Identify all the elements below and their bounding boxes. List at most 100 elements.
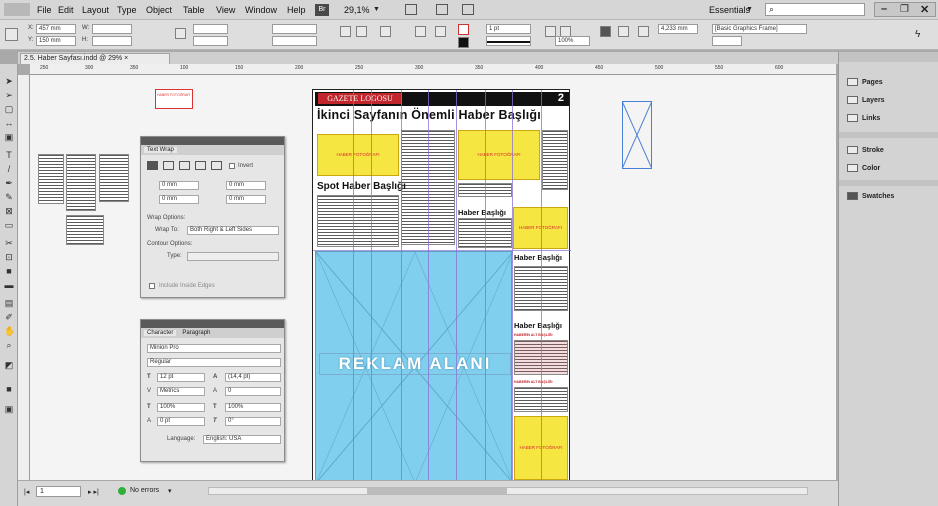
spot-headline[interactable]: Spot Haber Başlığı bbox=[317, 181, 406, 192]
rotate-field[interactable] bbox=[272, 24, 317, 34]
menu-table[interactable]: Table bbox=[183, 5, 205, 15]
select-content-icon[interactable] bbox=[435, 26, 446, 37]
content-collector-icon[interactable]: ▣ bbox=[4, 132, 14, 142]
right-offset-field[interactable]: 0 mm bbox=[226, 195, 266, 204]
column-icon[interactable] bbox=[638, 26, 649, 37]
minimize-icon[interactable]: – bbox=[881, 3, 887, 15]
news-subheadline[interactable]: HABERİN ALT BAŞLIĞI bbox=[514, 333, 553, 337]
wrap-to-select[interactable]: Both Right & Left Sides bbox=[187, 226, 279, 235]
ad-area[interactable]: REKLAM ALANI bbox=[315, 251, 513, 483]
gap-field[interactable]: 4,233 mm bbox=[658, 24, 698, 34]
news-headline[interactable]: Haber Başlığı bbox=[458, 208, 506, 217]
tab-text-wrap[interactable]: Text Wrap bbox=[144, 147, 177, 153]
close-icon[interactable]: ✕ bbox=[920, 3, 929, 16]
fill-stroke-icon[interactable]: ◩ bbox=[4, 360, 14, 370]
restore-icon[interactable]: ❐ bbox=[900, 4, 909, 15]
panel-layers[interactable]: Layers bbox=[847, 96, 885, 104]
chevron-down-icon[interactable]: ▾ bbox=[168, 487, 172, 495]
text-column[interactable] bbox=[317, 195, 399, 247]
flip-icon[interactable] bbox=[380, 26, 391, 37]
wrap-shape-icon[interactable] bbox=[179, 161, 190, 170]
pasteboard-text-block[interactable] bbox=[99, 154, 129, 202]
arrange-documents-icon[interactable] bbox=[462, 4, 474, 15]
workspace-switcher[interactable]: Essentials bbox=[709, 5, 750, 15]
scale-y-field[interactable] bbox=[193, 36, 228, 46]
panel-links[interactable]: Links bbox=[847, 114, 880, 122]
y-field[interactable]: 150 mm bbox=[36, 36, 76, 46]
pasteboard-photo-frame[interactable]: HABER FOTOĞRAFI bbox=[155, 89, 193, 109]
reference-point-icon[interactable] bbox=[5, 28, 18, 41]
menu-view[interactable]: View bbox=[216, 5, 235, 15]
wrap-jump-icon[interactable] bbox=[195, 161, 206, 170]
hand-tool-icon[interactable]: ✋ bbox=[4, 326, 15, 336]
horizontal-scale-field[interactable]: 100% bbox=[225, 403, 281, 412]
wrap-none-icon[interactable] bbox=[147, 161, 158, 170]
rectangle-tool-icon[interactable]: ▭ bbox=[4, 220, 14, 230]
scissors-tool-icon[interactable]: ✂ bbox=[4, 238, 14, 248]
gradient-feather-tool-icon[interactable]: ▬ bbox=[4, 280, 14, 290]
menu-edit[interactable]: Edit bbox=[58, 5, 74, 15]
tab-character[interactable]: Character bbox=[144, 330, 177, 336]
panel-dock-grip[interactable] bbox=[839, 52, 938, 62]
scale-x-field[interactable] bbox=[193, 24, 228, 34]
text-column[interactable] bbox=[542, 130, 568, 190]
menu-window[interactable]: Window bbox=[245, 5, 277, 15]
scroll-thumb[interactable] bbox=[367, 488, 507, 494]
eyedropper-tool-icon[interactable]: ✐ bbox=[4, 312, 14, 322]
font-family-select[interactable]: Minion Pro bbox=[147, 344, 281, 353]
tracking-field[interactable]: 0 bbox=[225, 387, 281, 396]
search-input[interactable]: ⌕ bbox=[765, 3, 865, 16]
contour-type-select[interactable] bbox=[187, 252, 279, 261]
preflight-status[interactable]: No errors bbox=[130, 487, 159, 494]
text-wrap-icon[interactable] bbox=[618, 26, 629, 37]
screen-mode-tool-icon[interactable]: ▣ bbox=[4, 404, 14, 414]
first-page-icon[interactable]: |◂ bbox=[24, 488, 29, 496]
panel-pages[interactable]: Pages bbox=[847, 78, 883, 86]
empty-graphics-frame[interactable] bbox=[622, 101, 652, 169]
invert-checkbox[interactable] bbox=[229, 163, 235, 169]
vertical-ruler[interactable] bbox=[18, 75, 30, 480]
leading-field[interactable]: (14,4 pt) bbox=[225, 373, 281, 382]
news-photo-frame[interactable]: HABER FOTOĞRAFI bbox=[317, 134, 399, 176]
document-tab[interactable]: 2.5. Haber Sayfası.indd @ 29% × bbox=[20, 53, 170, 64]
rotate-ccw-icon[interactable] bbox=[356, 26, 367, 37]
pasteboard-text-block[interactable] bbox=[66, 154, 96, 211]
opacity-field[interactable]: 100% bbox=[555, 36, 590, 46]
chevron-down-icon[interactable]: ▼ bbox=[373, 6, 380, 13]
line-tool-icon[interactable]: / bbox=[4, 164, 14, 174]
width-field[interactable] bbox=[92, 24, 132, 34]
menu-type[interactable]: Type bbox=[117, 5, 137, 15]
menu-object[interactable]: Object bbox=[146, 5, 172, 15]
bottom-offset-field[interactable]: 0 mm bbox=[159, 195, 199, 204]
page-number-field[interactable]: 1 bbox=[36, 486, 81, 497]
stroke-type-select[interactable] bbox=[486, 36, 531, 46]
select-container-icon[interactable] bbox=[415, 26, 426, 37]
menu-layout[interactable]: Layout bbox=[82, 5, 109, 15]
zoom-tool-icon[interactable]: ⌕ bbox=[4, 340, 14, 350]
pencil-tool-icon[interactable]: ✎ bbox=[4, 192, 14, 202]
menu-help[interactable]: Help bbox=[287, 5, 306, 15]
rotate-cw-icon[interactable] bbox=[340, 26, 351, 37]
horizontal-ruler[interactable]: 250 300 350 100 150 200 250 300 350 400 … bbox=[30, 64, 836, 75]
language-select[interactable]: English: USA bbox=[203, 435, 281, 444]
news-headline[interactable]: Haber Başlığı bbox=[514, 321, 562, 330]
gradient-swatch-tool-icon[interactable]: ■ bbox=[4, 266, 14, 276]
fill-swatch-icon[interactable] bbox=[458, 24, 469, 35]
note-tool-icon[interactable]: ▤ bbox=[4, 298, 14, 308]
chevron-down-icon[interactable]: ▼ bbox=[746, 6, 753, 13]
free-transform-tool-icon[interactable]: ⊡ bbox=[4, 252, 14, 262]
rectangle-frame-tool-icon[interactable]: ⊠ bbox=[4, 206, 14, 216]
panel-color[interactable]: Color bbox=[847, 164, 880, 172]
skew-field[interactable]: 0° bbox=[225, 417, 281, 426]
x-field[interactable]: 457 mm bbox=[36, 24, 76, 34]
font-size-field[interactable]: 12 pt bbox=[157, 373, 205, 382]
shear-field[interactable] bbox=[272, 36, 317, 46]
include-edges-checkbox[interactable] bbox=[149, 283, 155, 289]
pasteboard-text-block[interactable] bbox=[66, 215, 104, 245]
next-page-icon[interactable]: ▸ ▸| bbox=[88, 488, 99, 496]
close-tab-icon[interactable]: × bbox=[124, 55, 128, 62]
top-offset-field[interactable]: 0 mm bbox=[159, 181, 199, 190]
stroke-weight-field[interactable]: 1 pt bbox=[486, 24, 531, 34]
kerning-field[interactable]: Metrics bbox=[157, 387, 205, 396]
panel-stroke[interactable]: Stroke bbox=[847, 146, 884, 154]
